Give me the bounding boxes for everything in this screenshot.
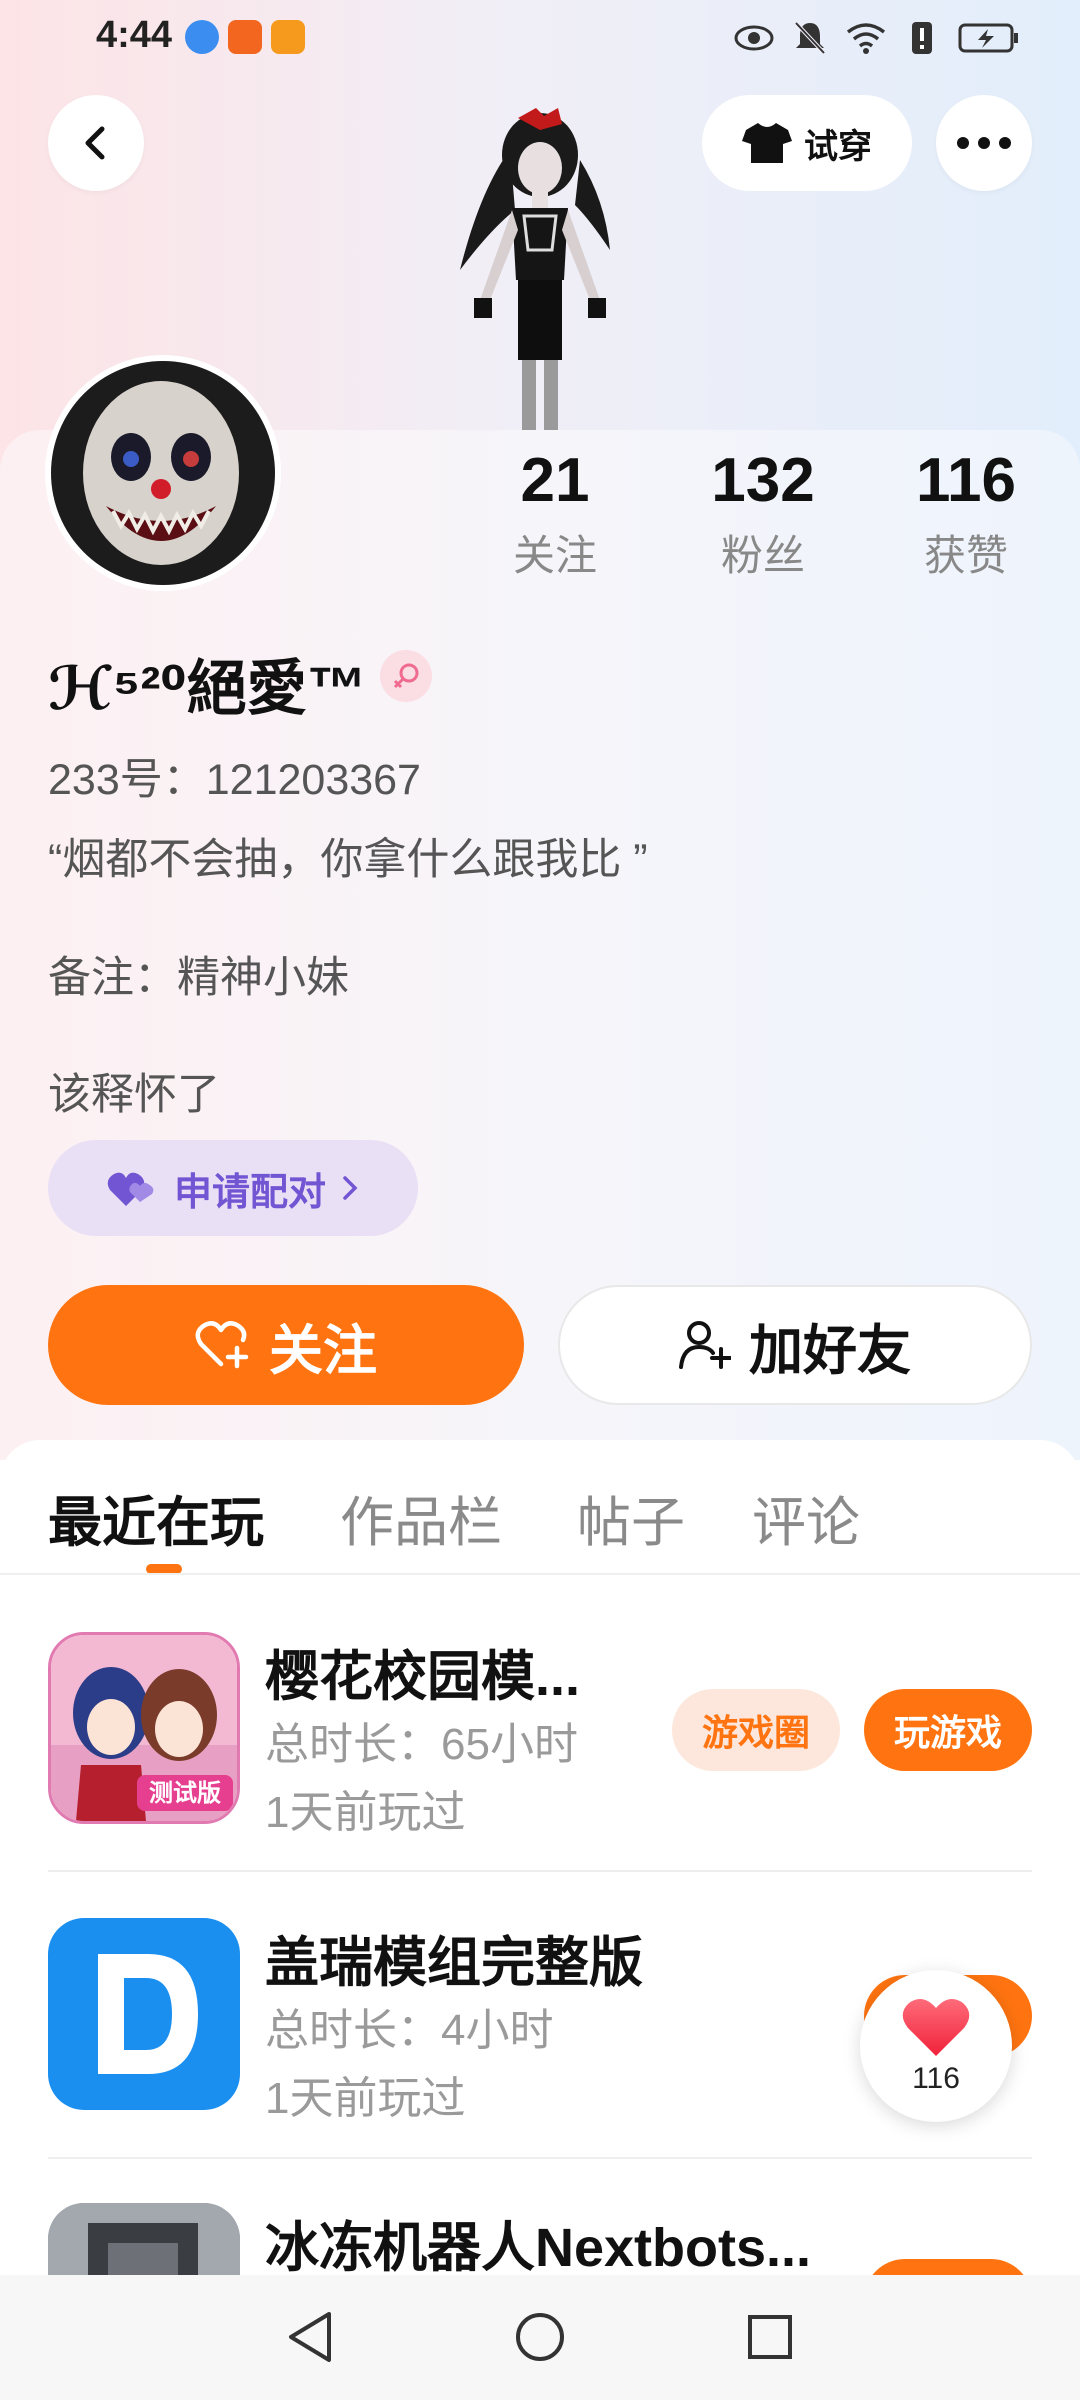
avatar-image [51,361,275,585]
status-time: 4:44 [96,14,173,56]
game-duration: 总时长：65小时 [265,1720,578,1769]
tab-comments[interactable]: 评论 [752,1478,860,1557]
signature: “烟都不会抽，你拿什么跟我比 ” [48,836,648,884]
chevron-left-icon [85,126,105,160]
extra-note: 该释怀了 [48,1071,220,1119]
avatar-character-image[interactable] [440,100,640,430]
like-count: 116 [912,2062,960,2095]
play-game-button[interactable] [864,2259,1032,2275]
request-pairing-button[interactable]: 申请配对 [48,1140,418,1236]
more-button[interactable] [936,95,1032,191]
following-label: 关注 [512,532,597,579]
likes-count: 116 [915,446,1017,515]
nickname: ℋ⁵²⁰絕愛™ [48,655,367,722]
user-avatar[interactable] [45,355,281,591]
eye-icon [734,18,774,58]
fans-label: 粉丝 [720,532,805,579]
game-title: 盖瑞模组完整版 [265,1933,643,1993]
nav-home-button[interactable] [508,2305,572,2369]
wifi-icon [846,18,886,58]
bell-mute-icon [790,18,830,58]
game-icon-nextbots [48,2203,240,2275]
try-on-button[interactable]: 试穿 [702,95,912,191]
heart-plus-icon [195,1321,249,1369]
likes-label: 获赞 [923,532,1008,579]
circle-home-icon [516,2313,564,2361]
list-item[interactable]: 测试版 樱花校园模... 总时长：65小时 1天前玩过 游戏圈 玩游戏 [0,1632,1080,1917]
game-duration: 总时长：4小时 [265,2006,554,2055]
add-friend-button[interactable]: 加好友 [558,1285,1032,1405]
tab-posts[interactable]: 帖子 [577,1478,685,1557]
following-count: 21 [520,446,590,515]
tab-works[interactable]: 作品栏 [340,1478,502,1557]
stat-following[interactable]: 21 关注 [455,445,655,583]
alert-icon [902,18,942,58]
like-button[interactable]: 116 [860,1970,1012,2122]
game-icon-garry [48,1918,240,2110]
more-dots-icon [957,137,1011,149]
app-notification-icon [271,20,305,54]
add-friend-label: 加好友 [749,1320,911,1381]
follow-label: 关注 [269,1320,377,1381]
play-game-button[interactable]: 玩游戏 [864,1689,1032,1771]
system-navigation-bar [0,2275,1080,2400]
game-last-played: 1天前玩过 [265,1788,466,1837]
heart-icon [902,1999,970,2056]
tab-recently-played[interactable]: 最近在玩 [48,1478,264,1557]
female-gender-icon [380,650,432,702]
battery-charging-icon [958,18,1020,58]
game-circle-button[interactable]: 游戏圈 [672,1689,840,1771]
stat-likes[interactable]: 116 获赞 [866,445,1066,583]
square-recents-icon [748,2315,792,2359]
game-title: 冰冻机器人Nextbots... [265,2218,812,2275]
fans-count: 132 [711,446,815,515]
back-button[interactable] [48,95,144,191]
list-item[interactable]: 冰冻机器人Nextbots... [0,2203,1080,2275]
row-divider [48,2157,1032,2159]
triangle-back-icon [289,2312,331,2362]
status-bar: 4:44 [0,0,1080,80]
app-notification-icon [228,20,262,54]
game-icon-sakura: 测试版 [48,1632,240,1824]
chevron-right-icon [343,1176,358,1200]
user-plus-icon [679,1321,731,1369]
try-on-label: 试穿 [804,127,872,166]
game-last-played: 1天前玩过 [265,2074,466,2123]
nav-recents-button[interactable] [738,2305,802,2369]
row-divider [48,1870,1032,1872]
follow-button[interactable]: 关注 [48,1285,524,1405]
nav-back-button[interactable] [278,2305,342,2369]
request-pairing-label: 申请配对 [173,1171,326,1214]
user-id: 233号：121203367 [48,756,421,804]
svg-text:测试版: 测试版 [149,1779,221,1807]
app-notification-icon [185,20,219,54]
tab-divider [0,1573,1080,1575]
tshirt-icon [742,123,792,163]
stat-fans[interactable]: 132 粉丝 [663,445,863,583]
remark: 备注：精神小妹 [48,954,349,1002]
game-title: 樱花校园模... [265,1647,581,1707]
double-heart-icon [107,1172,154,1206]
